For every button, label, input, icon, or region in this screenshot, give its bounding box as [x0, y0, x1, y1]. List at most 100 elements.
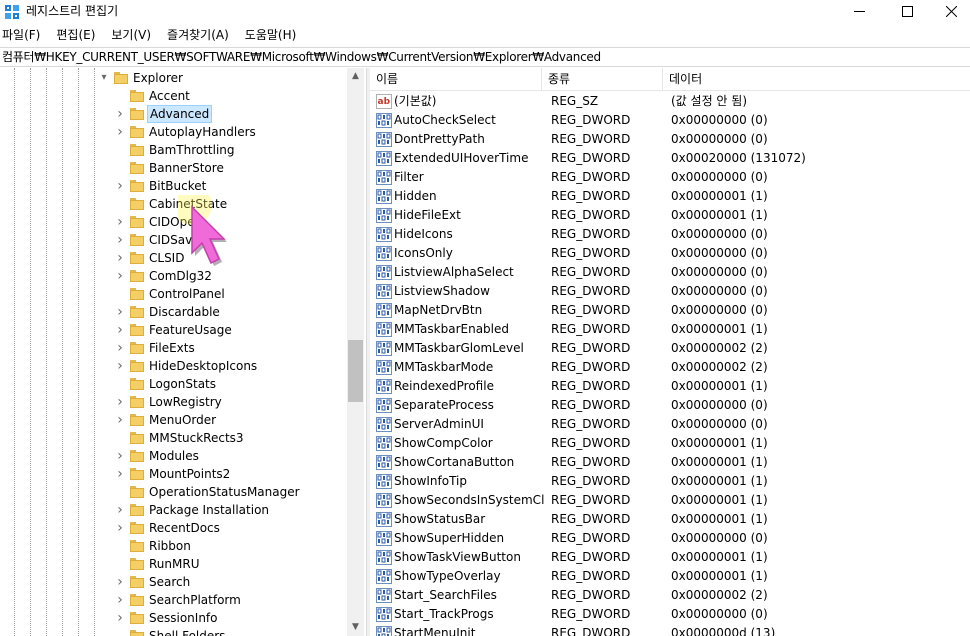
tree-item[interactable]: › MountPoints2 [0, 465, 345, 483]
tree-item[interactable]: › ComDlg32 [0, 267, 345, 285]
value-list[interactable]: 이름 종류 데이터 ab (기본값) REG_SZ (값 설정 안 됨) AutoChe… [370, 68, 970, 636]
chevron-right-icon[interactable]: › [115, 106, 125, 122]
address-path[interactable]: 컴퓨터₩HKEY_CURRENT_USER₩SOFTWARE₩Microsoft… [2, 50, 601, 65]
value-row[interactable]: MMTaskbarGlomLevel REG_DWORD 0x00000002 (2… [370, 339, 970, 358]
value-row[interactable]: Filter REG_DWORD 0x00000000 (0) [370, 168, 970, 187]
chevron-right-icon[interactable]: › [115, 124, 125, 140]
chevron-right-icon[interactable]: › [115, 574, 125, 590]
value-row[interactable]: ServerAdminUI REG_DWORD 0x00000000 (0) [370, 415, 970, 434]
key-tree[interactable]: ▾ Explorer Accent › Advanced › AutoplayHandl… [0, 68, 365, 636]
value-row[interactable]: DontPrettyPath REG_DWORD 0x00000000 (0) [370, 130, 970, 149]
value-row[interactable]: ShowCompColor REG_DWORD 0x00000001 (1) [370, 434, 970, 453]
value-row[interactable]: ShowStatusBar REG_DWORD 0x00000001 (1) [370, 510, 970, 529]
tree-item[interactable]: › Advanced [0, 105, 345, 123]
tree-item[interactable]: OperationStatusManager [0, 483, 345, 501]
chevron-right-icon[interactable]: › [115, 250, 125, 266]
value-row[interactable]: MapNetDrvBtn REG_DWORD 0x00000000 (0) [370, 301, 970, 320]
tree-item[interactable]: ControlPanel [0, 285, 345, 303]
tree-scrollbar-thumb[interactable] [348, 340, 363, 402]
close-button[interactable] [928, 0, 970, 22]
scroll-up-icon[interactable]: ▲ [347, 68, 364, 85]
value-row[interactable]: ReindexedProfile REG_DWORD 0x00000001 (1) [370, 377, 970, 396]
value-row[interactable]: MMTaskbarEnabled REG_DWORD 0x00000001 (1) [370, 320, 970, 339]
tree-item[interactable]: RunMRU [0, 555, 345, 573]
tree-item[interactable]: › SearchPlatform [0, 591, 345, 609]
tree-item[interactable]: › CLSID [0, 249, 345, 267]
tree-item[interactable]: Ribbon [0, 537, 345, 555]
menu-favorites[interactable]: 즐겨찾기(A) [165, 26, 229, 46]
menu-help[interactable]: 도움말(H) [243, 26, 297, 46]
column-header-data[interactable]: 데이터 [663, 68, 970, 91]
menu-edit[interactable]: 편집(E) [54, 26, 95, 46]
tree-scrollbar[interactable]: ▲ ▼ [347, 68, 364, 636]
tree-item[interactable]: Shell Folders [0, 627, 345, 636]
value-row[interactable]: ShowSecondsInSystemCl... REG_DWORD 0x00000… [370, 491, 970, 510]
value-row[interactable]: ShowCortanaButton REG_DWORD 0x00000001 (1) [370, 453, 970, 472]
tree-item[interactable]: › LowRegistry [0, 393, 345, 411]
value-row[interactable]: HideIcons REG_DWORD 0x00000000 (0) [370, 225, 970, 244]
chevron-right-icon[interactable]: › [115, 268, 125, 284]
value-row[interactable]: ListviewAlphaSelect REG_DWORD 0x00000000 (… [370, 263, 970, 282]
value-row[interactable]: Start_SearchFiles REG_DWORD 0x00000002 (2) [370, 586, 970, 605]
tree-item[interactable]: › FeatureUsage [0, 321, 345, 339]
chevron-right-icon[interactable]: › [115, 304, 125, 320]
chevron-right-icon[interactable]: › [115, 214, 125, 230]
tree-item[interactable]: › MenuOrder [0, 411, 345, 429]
tree-item[interactable]: › FileExts [0, 339, 345, 357]
value-row[interactable]: ExtendedUIHoverTime REG_DWORD 0x00020000 (… [370, 149, 970, 168]
value-row[interactable]: SeparateProcess REG_DWORD 0x00000000 (0) [370, 396, 970, 415]
tree-item[interactable]: › AutoplayHandlers [0, 123, 345, 141]
chevron-right-icon[interactable]: › [115, 322, 125, 338]
chevron-down-icon[interactable]: ▾ [99, 70, 109, 86]
menu-view[interactable]: 보기(V) [109, 26, 151, 46]
scroll-down-icon[interactable]: ▼ [347, 619, 364, 636]
chevron-right-icon[interactable]: › [115, 610, 125, 626]
tree-item[interactable]: › SessionInfo [0, 609, 345, 627]
tree-item[interactable]: › Discardable [0, 303, 345, 321]
column-header-name[interactable]: 이름 [370, 68, 542, 91]
tree-item[interactable]: Accent [0, 87, 345, 105]
value-row[interactable]: ShowSuperHidden REG_DWORD 0x00000000 (0) [370, 529, 970, 548]
chevron-right-icon[interactable]: › [115, 358, 125, 374]
menu-file[interactable]: 파일(F) [0, 26, 40, 46]
maximize-button[interactable] [884, 0, 930, 22]
value-row[interactable]: ShowTypeOverlay REG_DWORD 0x00000001 (1) [370, 567, 970, 586]
value-row[interactable]: Hidden REG_DWORD 0x00000001 (1) [370, 187, 970, 206]
address-bar[interactable]: 컴퓨터₩HKEY_CURRENT_USER₩SOFTWARE₩Microsoft… [0, 47, 970, 67]
chevron-right-icon[interactable]: › [115, 502, 125, 518]
tree-item[interactable]: › CIDSave [0, 231, 345, 249]
chevron-right-icon[interactable]: › [115, 232, 125, 248]
tree-item[interactable]: › HideDesktopIcons [0, 357, 345, 375]
column-header-type[interactable]: 종류 [542, 68, 663, 91]
chevron-right-icon[interactable]: › [115, 340, 125, 356]
value-row[interactable]: ShowTaskViewButton REG_DWORD 0x00000001 (1… [370, 548, 970, 567]
tree-item[interactable]: › RecentDocs [0, 519, 345, 537]
tree-item[interactable]: CabinetState [0, 195, 345, 213]
value-row[interactable]: ShowInfoTip REG_DWORD 0x00000001 (1) [370, 472, 970, 491]
tree-item[interactable]: BamThrottling [0, 141, 345, 159]
value-row[interactable]: Start_TrackProgs REG_DWORD 0x00000000 (0) [370, 605, 970, 624]
value-row[interactable]: HideFileExt REG_DWORD 0x00000001 (1) [370, 206, 970, 225]
chevron-right-icon[interactable]: › [115, 412, 125, 428]
tree-item[interactable]: › Modules [0, 447, 345, 465]
value-row[interactable]: ab (기본값) REG_SZ (값 설정 안 됨) [370, 92, 970, 111]
tree-item[interactable]: › Package Installation [0, 501, 345, 519]
value-row[interactable]: MMTaskbarMode REG_DWORD 0x00000002 (2) [370, 358, 970, 377]
tree-item[interactable]: MMStuckRects3 [0, 429, 345, 447]
chevron-right-icon[interactable]: › [115, 394, 125, 410]
tree-item-explorer[interactable]: ▾ Explorer [0, 69, 345, 87]
minimize-button[interactable] [836, 0, 882, 22]
value-row[interactable]: ListviewShadow REG_DWORD 0x00000000 (0) [370, 282, 970, 301]
chevron-right-icon[interactable]: › [115, 178, 125, 194]
chevron-right-icon[interactable]: › [115, 448, 125, 464]
chevron-right-icon[interactable]: › [115, 466, 125, 482]
value-row[interactable]: IconsOnly REG_DWORD 0x00000000 (0) [370, 244, 970, 263]
value-row[interactable]: AutoCheckSelect REG_DWORD 0x00000000 (0) [370, 111, 970, 130]
tree-item[interactable]: › Search [0, 573, 345, 591]
tree-item[interactable]: BannerStore [0, 159, 345, 177]
value-row[interactable]: StartMenuInit REG_DWORD 0x0000000d (13) [370, 624, 970, 636]
tree-item[interactable]: LogonStats [0, 375, 345, 393]
tree-item[interactable]: › BitBucket [0, 177, 345, 195]
chevron-right-icon[interactable]: › [115, 520, 125, 536]
chevron-right-icon[interactable]: › [115, 592, 125, 608]
